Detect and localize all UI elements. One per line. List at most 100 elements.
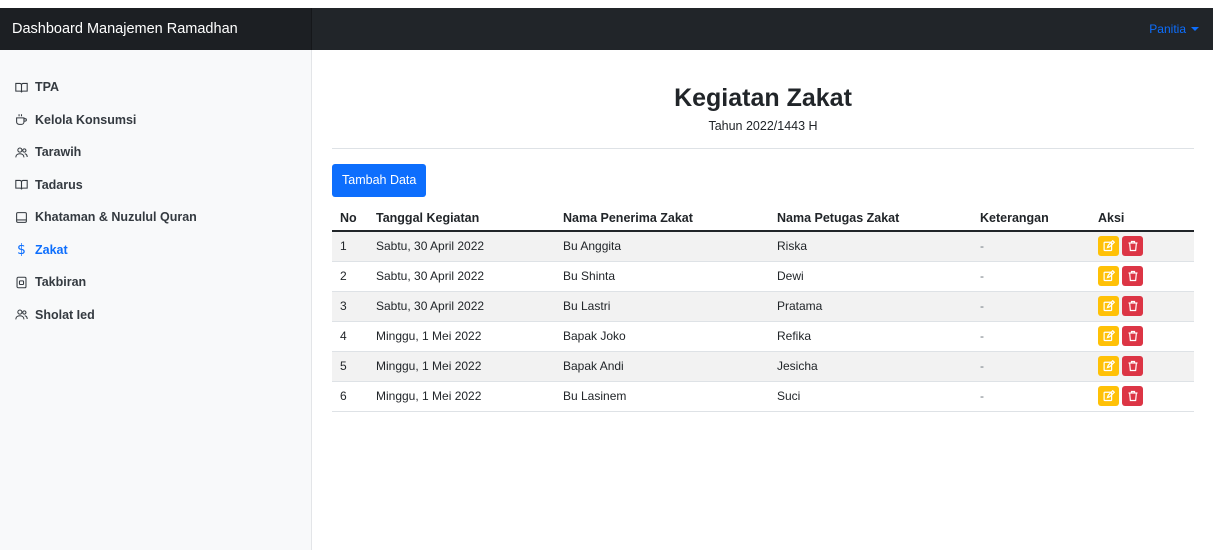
cell-keterangan: - <box>972 231 1090 262</box>
cell-aksi <box>1090 351 1194 382</box>
page-subtitle: Tahun 2022/1443 H <box>708 119 818 133</box>
navbar-brand[interactable]: Dashboard Manajemen Ramadhan <box>0 8 312 50</box>
edit-icon <box>1103 300 1115 312</box>
cell-no: 6 <box>332 381 368 412</box>
edit-button[interactable] <box>1098 386 1119 406</box>
sidebar-item-tadarus[interactable]: Tadarus <box>0 169 311 202</box>
sidebar: TPA Kelola Konsumsi Tarawih Tadarus Khat… <box>0 50 312 550</box>
edit-button[interactable] <box>1098 236 1119 257</box>
cell-tanggal: Sabtu, 30 April 2022 <box>368 231 555 262</box>
people-icon <box>15 309 28 320</box>
cell-keterangan: - <box>972 291 1090 322</box>
sidebar-item-label: Khataman & Nuzulul Quran <box>35 210 197 225</box>
delete-button[interactable] <box>1122 296 1143 316</box>
people-icon <box>15 147 28 158</box>
trash-icon <box>1127 300 1139 312</box>
cell-no: 2 <box>332 261 368 292</box>
cell-no: 1 <box>332 231 368 262</box>
cell-keterangan: - <box>972 351 1090 382</box>
main-content: Kegiatan Zakat Tahun 2022/1443 H Tambah … <box>332 50 1194 412</box>
edit-button[interactable] <box>1098 266 1119 286</box>
sidebar-item-label: TPA <box>35 80 60 95</box>
column-header-tanggal: Tanggal Kegiatan <box>368 206 555 232</box>
sidebar-item-label: Takbiran <box>35 275 87 290</box>
cell-petugas: Jesicha <box>769 351 972 382</box>
edit-icon <box>1103 390 1115 402</box>
edit-icon <box>1103 240 1115 252</box>
cell-tanggal: Minggu, 1 Mei 2022 <box>368 321 555 352</box>
cell-keterangan: - <box>972 381 1090 412</box>
table-row: 1 Sabtu, 30 April 2022 Bu Anggita Riska - <box>332 231 1194 262</box>
delete-button[interactable] <box>1122 266 1143 286</box>
cell-no: 3 <box>332 291 368 322</box>
sidebar-item-tpa[interactable]: TPA <box>0 71 311 104</box>
cell-aksi <box>1090 291 1194 322</box>
book-icon <box>15 180 28 190</box>
sidebar-item-label: Zakat <box>35 242 68 257</box>
sidebar-item-tarawih[interactable]: Tarawih <box>0 136 311 169</box>
cell-keterangan: - <box>972 261 1090 292</box>
table-row: 6 Minggu, 1 Mei 2022 Bu Lasinem Suci - <box>332 381 1194 412</box>
cell-penerima: Bu Anggita <box>555 231 769 262</box>
zakat-table: No Tanggal Kegiatan Nama Penerima Zakat … <box>332 206 1194 412</box>
user-dropdown-label: Panitia <box>1149 22 1186 36</box>
table-header-row: No Tanggal Kegiatan Nama Penerima Zakat … <box>332 206 1194 232</box>
caret-down-icon <box>1191 26 1199 31</box>
cell-penerima: Bapak Andi <box>555 351 769 382</box>
cell-petugas: Riska <box>769 231 972 262</box>
table-row: 3 Sabtu, 30 April 2022 Bu Lastri Pratama - <box>332 291 1194 322</box>
cell-penerima: Bu Shinta <box>555 261 769 292</box>
cup-icon <box>16 114 27 126</box>
edit-icon <box>1103 330 1115 342</box>
sidebar-item-zakat[interactable]: $ Zakat <box>0 234 311 267</box>
column-header-keterangan: Keterangan <box>972 206 1090 232</box>
sidebar-item-khataman[interactable]: Khataman & Nuzulul Quran <box>0 201 311 234</box>
trash-icon <box>1127 390 1139 402</box>
sidebar-item-label: Tarawih <box>35 145 82 160</box>
cell-tanggal: Minggu, 1 Mei 2022 <box>368 381 555 412</box>
trash-icon <box>1127 330 1139 342</box>
edit-button[interactable] <box>1098 296 1119 316</box>
cell-aksi <box>1090 261 1194 292</box>
square-icon <box>16 211 27 223</box>
edit-icon <box>1103 360 1115 372</box>
sidebar-item-takbiran[interactable]: Takbiran <box>0 266 311 299</box>
cell-aksi <box>1090 321 1194 352</box>
delete-button[interactable] <box>1122 386 1143 406</box>
cell-tanggal: Sabtu, 30 April 2022 <box>368 261 555 292</box>
book-icon <box>15 82 28 93</box>
delete-button[interactable] <box>1122 236 1143 257</box>
column-header-penerima: Nama Penerima Zakat <box>555 206 769 232</box>
column-header-aksi: Aksi <box>1090 206 1194 232</box>
table-row: 5 Minggu, 1 Mei 2022 Bapak Andi Jesicha - <box>332 351 1194 382</box>
cell-penerima: Bapak Joko <box>555 321 769 352</box>
add-data-button[interactable]: Tambah Data <box>332 164 427 197</box>
table-row: 4 Minggu, 1 Mei 2022 Bapak Joko Refika - <box>332 321 1194 352</box>
cell-aksi <box>1090 231 1194 262</box>
file-icon <box>16 276 27 289</box>
trash-icon <box>1127 360 1139 372</box>
edit-button[interactable] <box>1098 326 1119 346</box>
cell-petugas: Dewi <box>769 261 972 292</box>
trash-icon <box>1127 270 1139 282</box>
delete-button[interactable] <box>1122 356 1143 376</box>
top-navbar: Dashboard Manajemen Ramadhan Panitia <box>0 8 1213 50</box>
delete-button[interactable] <box>1122 326 1143 346</box>
sidebar-nav: TPA Kelola Konsumsi Tarawih Tadarus Khat… <box>0 50 311 331</box>
sidebar-item-sholat-ied[interactable]: Sholat Ied <box>0 299 311 332</box>
sidebar-item-label: Tadarus <box>35 177 83 192</box>
edit-icon <box>1103 270 1115 282</box>
sidebar-item-kelola-konsumsi[interactable]: Kelola Konsumsi <box>0 104 311 137</box>
table-row: 2 Sabtu, 30 April 2022 Bu Shinta Dewi - <box>332 261 1194 292</box>
cell-no: 4 <box>332 321 368 352</box>
trash-icon <box>1127 240 1139 252</box>
cell-petugas: Suci <box>769 381 972 412</box>
user-dropdown[interactable]: Panitia <box>1149 8 1199 50</box>
edit-button[interactable] <box>1098 356 1119 376</box>
page-title: Kegiatan Zakat <box>674 84 852 112</box>
cell-petugas: Pratama <box>769 291 972 322</box>
sidebar-item-label: Kelola Konsumsi <box>35 112 137 127</box>
cell-petugas: Refika <box>769 321 972 352</box>
cell-tanggal: Sabtu, 30 April 2022 <box>368 291 555 322</box>
cell-penerima: Bu Lasinem <box>555 381 769 412</box>
